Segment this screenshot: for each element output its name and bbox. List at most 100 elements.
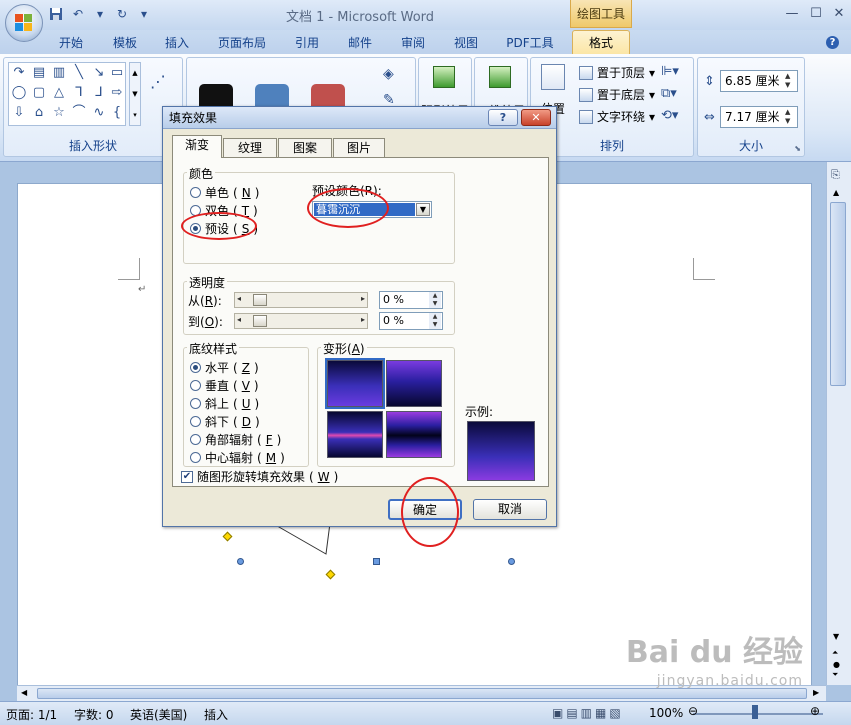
elbow-arrow-icon[interactable]: ⅃ [91,85,107,101]
tab-view[interactable]: 视图 [447,34,485,52]
tab-mailings[interactable]: 邮件 [341,34,379,52]
tab-pdf-tools[interactable]: PDF工具 [500,34,560,52]
radio-horizontal[interactable]: 水平(Z) [190,359,259,376]
to-spinner-icon[interactable]: ▲ ▼ [429,313,441,329]
3d-effects-icon[interactable] [489,66,511,88]
elbow-connector-icon[interactable]: ⅂ [71,85,87,101]
to-slider-thumb[interactable] [253,315,267,327]
curve-arrow-icon[interactable]: ↷ [11,65,27,81]
fill-color-icon[interactable]: ◈ [383,66,394,82]
from-spinner-icon[interactable]: ▲ ▼ [429,292,441,308]
resize-handle[interactable] [373,558,380,565]
page-count[interactable]: 页面: 1/1 [6,706,57,723]
flowchart-icon[interactable]: ⌂ [31,105,47,121]
tab-insert[interactable]: 插入 [158,34,196,52]
size-dialog-launcher-icon[interactable]: ⬊ [794,144,801,153]
tab-review[interactable]: 审阅 [394,34,432,52]
align-icon[interactable]: ⊫▾ [661,64,679,79]
word-count[interactable]: 字数: 0 [74,706,114,723]
group-icon[interactable]: ⧉▾ [661,86,677,101]
rounded-rect-icon[interactable]: ▢ [31,85,47,101]
resize-handle[interactable] [508,558,515,565]
scroll-down-icon[interactable]: ▼ [833,632,839,641]
shapes-gallery[interactable]: ↷ ▤ ▥ ╲ ↘ ▭ ◯ ▢ △ ⅂ ⅃ ⇨ ⇩ ⌂ ☆ ⌒ ∿ { [8,62,126,126]
scroll-up-icon[interactable]: ▲ [833,188,839,197]
callout-pointer[interactable] [268,522,348,562]
slider-right-icon[interactable]: ▸ [361,294,365,303]
radio-from-corner[interactable]: 角部辐射(F) [190,431,281,448]
tab-template[interactable]: 模板 [106,34,144,52]
rotate-icon[interactable]: ⟲▾ [661,108,678,123]
help-icon[interactable]: ? [826,36,839,49]
scroll-right-icon[interactable]: ▶ [813,688,819,697]
width-spinner-icon[interactable]: ▲ ▼ [785,108,795,126]
arrow-line-icon[interactable]: ↘ [91,65,107,81]
tab-home[interactable]: 开始 [52,34,90,52]
height-field[interactable]: 6.85 厘米 ▲ ▼ [720,70,798,92]
line-icon[interactable]: ╲ [71,65,87,81]
next-page-icon[interactable]: ⏷ [832,670,838,680]
tab-pattern[interactable]: 图案 [278,138,332,157]
dialog-close-button[interactable]: ✕ [521,109,551,126]
variant-1[interactable] [325,358,385,409]
scroll-thumb[interactable] [830,202,846,386]
send-to-back-button[interactable]: 置于底层 ▾ [579,86,655,103]
cancel-button[interactable]: 取消 [473,499,547,520]
height-spinner-icon[interactable]: ▲ ▼ [785,72,795,90]
block-arrow-icon[interactable]: ⇨ [109,85,125,101]
radio-diagonal-up[interactable]: 斜上(U) [190,395,259,412]
view-buttons[interactable]: ▣▤▥▦▧ [552,706,624,720]
insert-mode[interactable]: 插入 [204,706,228,723]
tab-format[interactable]: 格式 [572,30,630,56]
radio-diagonal-down[interactable]: 斜下(D) [190,413,260,430]
bring-to-front-button[interactable]: 置于顶层 ▾ [579,64,655,81]
position-icon[interactable] [541,64,565,90]
to-percent-field[interactable]: 0 % ▲ ▼ [379,312,443,330]
zoom-out-icon[interactable]: ⊖ [688,704,698,718]
tab-references[interactable]: 引用 [288,34,326,52]
slider-left-icon[interactable]: ◂ [237,294,241,303]
variant-2[interactable] [386,360,442,407]
slider-right-icon[interactable]: ▸ [361,315,365,324]
variant-3[interactable] [327,411,383,458]
radio-from-center[interactable]: 中心辐射(M) [190,449,285,466]
variant-4[interactable] [386,411,442,458]
browse-object-icon[interactable]: ● [833,660,840,669]
star-icon[interactable]: ☆ [51,105,67,121]
scroll-left-icon[interactable]: ◀ [21,688,27,697]
minimize-button[interactable]: — [779,4,805,24]
zoom-slider[interactable] [693,713,823,715]
dialog-help-button[interactable]: ? [488,109,518,126]
freeform-icon[interactable]: ∿ [91,105,107,121]
office-button[interactable] [5,4,43,42]
from-percent-field[interactable]: 0 % ▲ ▼ [379,291,443,309]
shapes-gallery-scroll[interactable]: ▲ ▼ ▾ [129,62,141,126]
zoom-slider-thumb[interactable] [752,705,758,719]
triangle-icon[interactable]: △ [51,85,67,101]
adjust-handle[interactable] [222,531,233,542]
textbox-icon[interactable]: ▤ [31,65,47,81]
oval-icon[interactable]: ◯ [11,85,27,101]
rectangle-icon[interactable]: ▭ [109,65,125,81]
tab-page-layout[interactable]: 页面布局 [212,34,272,52]
down-arrow-icon[interactable]: ⇩ [11,105,27,121]
edit-points-icon[interactable]: ⋰ [150,72,174,96]
close-button[interactable]: ✕ [826,4,851,24]
tab-picture[interactable]: 图片 [333,138,385,157]
width-field[interactable]: 7.17 厘米 ▲ ▼ [720,106,798,128]
adjust-handle[interactable] [325,569,336,580]
language-indicator[interactable]: 英语(美国) [130,706,187,723]
chevron-down-icon[interactable]: ▼ [416,203,430,216]
shadow-effects-icon[interactable] [433,66,455,88]
resize-handle[interactable] [237,558,244,565]
rotate-with-shape-checkbox[interactable]: ✔ 随图形旋转填充效果(W) [181,468,338,485]
curve-icon[interactable]: ⌒ [71,105,87,121]
to-slider[interactable]: ◂ ▸ [234,313,368,329]
from-slider-thumb[interactable] [253,294,267,306]
zoom-in-icon[interactable]: ⊕ [810,704,820,718]
zoom-level[interactable]: 100% [649,706,683,720]
vertical-scrollbar[interactable]: ⎘ ▲ ▼ ⏶ ● ⏷ [826,162,851,685]
slider-left-icon[interactable]: ◂ [237,315,241,324]
tab-gradient[interactable]: 渐变 [172,135,222,158]
radio-vertical[interactable]: 垂直(V) [190,377,259,394]
